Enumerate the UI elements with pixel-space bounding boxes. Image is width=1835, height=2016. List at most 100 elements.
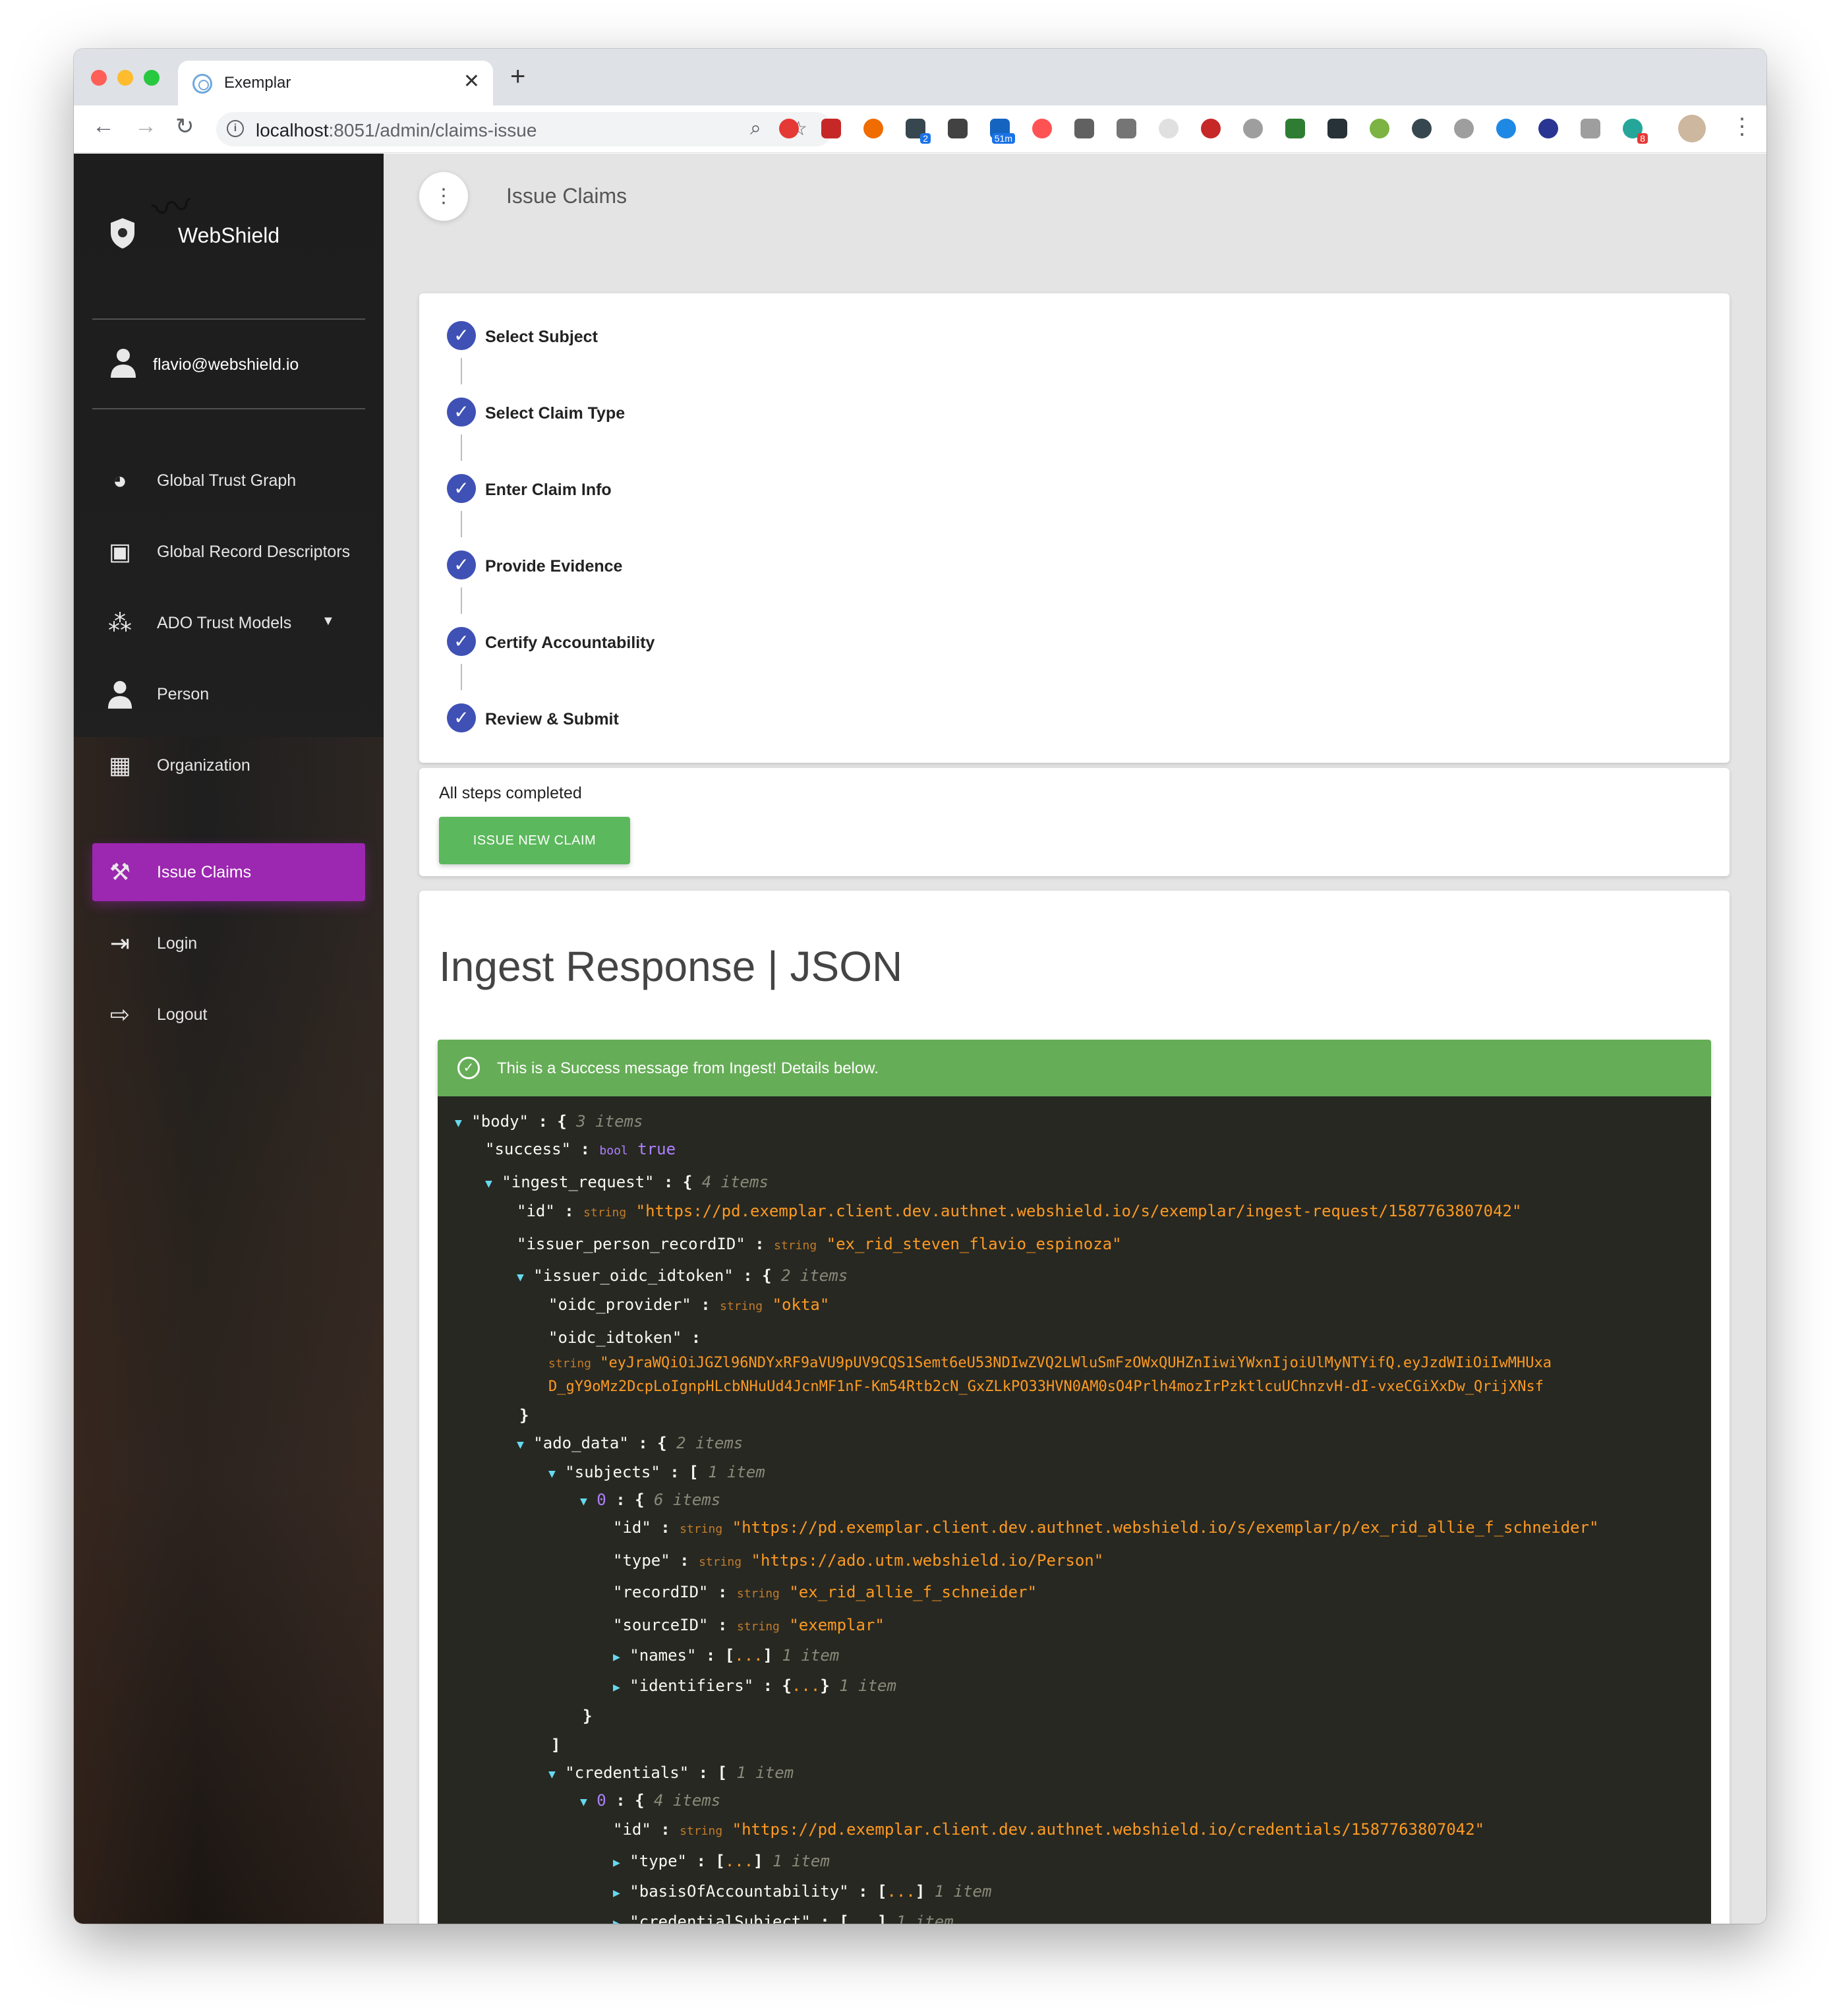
adblock-icon[interactable]	[1201, 119, 1221, 138]
json-line: D_gY9oMz2DcpLoIgnpHLcbNHuUd4JcnMF1nF-Km5…	[548, 1379, 1544, 1395]
json-line[interactable]: ▶ "type" : [...] 1 item	[613, 1852, 830, 1870]
step-label: Enter Claim Info	[485, 481, 612, 499]
globe-icon: ◕	[113, 467, 127, 494]
gavel-icon: ⚒	[109, 858, 131, 885]
extension-icon[interactable]	[779, 119, 799, 138]
extension-icon[interactable]: 51m	[990, 119, 1015, 144]
check-icon: ✓	[447, 321, 476, 350]
json-line[interactable]: ▼ 0 : { 4 items	[580, 1791, 720, 1810]
zoom-icon[interactable]: ⌕	[750, 117, 761, 140]
sidebar-item-global-trust-graph[interactable]: ◕ Global Trust Graph	[92, 452, 365, 510]
extension-icon[interactable]	[1581, 119, 1600, 138]
json-line[interactable]: ▶ "basisOfAccountability" : [...] 1 item	[613, 1882, 991, 1901]
json-line[interactable]: ▼ "issuer_oidc_idtoken" : { 2 items	[517, 1266, 848, 1285]
step-label: Select Subject	[485, 328, 598, 346]
extension-badge: 51m	[991, 133, 1015, 144]
extension-icon[interactable]	[1454, 119, 1474, 138]
expand-arrow-icon[interactable]: ▶	[613, 1680, 620, 1694]
json-line: "type" : string "https://ado.utm.webshie…	[613, 1551, 1104, 1570]
profile-avatar[interactable]	[1678, 115, 1706, 142]
forward-icon[interactable]: →	[134, 113, 157, 139]
json-line[interactable]: ▼ 0 : { 6 items	[580, 1491, 720, 1509]
network-icon: ⁂	[108, 609, 132, 636]
extension-icon[interactable]	[821, 119, 841, 138]
extension-icon[interactable]	[1117, 119, 1136, 138]
extension-icon[interactable]	[1538, 119, 1558, 138]
url-text[interactable]: localhost:8051/admin/claims-issue	[256, 120, 537, 141]
extension-icon[interactable]	[1412, 119, 1432, 138]
sidebar-item-organization[interactable]: ▦ Organization	[92, 736, 365, 794]
json-line[interactable]: ▼ "subjects" : [ 1 item	[548, 1463, 765, 1481]
sidebar-item-label: Global Trust Graph	[157, 471, 297, 490]
completed-text: All steps completed	[439, 784, 582, 802]
collapse-arrow-icon[interactable]: ▼	[517, 1438, 524, 1452]
check-circle-icon: ✓	[457, 1057, 480, 1079]
json-line: "sourceID" : string "exemplar"	[613, 1616, 885, 1634]
brand-name[interactable]: WebShield	[178, 223, 279, 248]
new-tab-button[interactable]: +	[510, 62, 525, 92]
extension-icon[interactable]	[1074, 119, 1094, 138]
collapse-arrow-icon[interactable]: ▼	[580, 1495, 587, 1508]
sidebar-item-login[interactable]: ⇥ Login	[92, 914, 365, 972]
expand-arrow-icon[interactable]: ▶	[613, 1856, 620, 1870]
extension-icon[interactable]	[948, 119, 968, 138]
issue-new-claim-button[interactable]: ISSUE NEW CLAIM	[439, 817, 630, 864]
json-line[interactable]: ▼ "ado_data" : { 2 items	[517, 1434, 743, 1452]
json-line: "id" : string "https://pd.exemplar.clien…	[613, 1518, 1599, 1537]
step-connector	[461, 587, 462, 614]
extension-icon[interactable]	[1327, 119, 1347, 138]
expand-arrow-icon[interactable]: ▶	[613, 1886, 620, 1900]
address-bar[interactable]: i localhost:8051/admin/claims-issue ⌕ ☆	[216, 112, 833, 146]
collapse-arrow-icon[interactable]: ▼	[580, 1795, 587, 1809]
extension-icon[interactable]	[1370, 119, 1389, 138]
browser-menu-icon[interactable]: ⋮	[1731, 113, 1753, 140]
sidebar-item-logout[interactable]: ⇨ Logout	[92, 986, 365, 1044]
extension-icon[interactable]	[1243, 119, 1263, 138]
collapse-arrow-icon[interactable]: ▼	[548, 1767, 556, 1781]
tab-bar: Exemplar ✕ +	[74, 49, 1766, 105]
user-icon	[111, 349, 136, 378]
close-icon[interactable]: ✕	[463, 70, 480, 93]
user-profile[interactable]: flavio@webshield.io	[92, 332, 365, 391]
expand-arrow-icon[interactable]: ▶	[613, 1916, 620, 1924]
collapse-arrow-icon[interactable]: ▼	[517, 1270, 524, 1284]
extension-icon[interactable]: 8	[1623, 119, 1648, 144]
sidebar-item-person[interactable]: Person	[92, 665, 365, 723]
json-line[interactable]: ▼ "body" : { 3 items	[455, 1112, 643, 1131]
sidebar-item-global-record-descriptors[interactable]: ▣ Global Record Descriptors	[92, 523, 365, 581]
sidebar: 〰 WebShield flavio@webshield.io ◕ Global…	[74, 154, 384, 1924]
browser-tab[interactable]: Exemplar ✕	[178, 61, 493, 105]
json-viewer[interactable]: ▼ "body" : { 3 items "success" : bool tr…	[438, 1096, 1711, 1924]
sidebar-item-issue-claims[interactable]: ⚒ Issue Claims	[92, 843, 365, 901]
step-label: Provide Evidence	[485, 557, 623, 576]
json-line[interactable]: ▼ "credentials" : [ 1 item	[548, 1764, 794, 1782]
page-title: Issue Claims	[506, 184, 627, 208]
json-line[interactable]: ▼ "ingest_request" : { 4 items	[485, 1173, 769, 1191]
extension-icon[interactable]	[1496, 119, 1516, 138]
extension-icon[interactable]	[1285, 119, 1305, 138]
json-line[interactable]: ▶ "credentialSubject" : [...] 1 item	[613, 1912, 954, 1924]
json-line[interactable]: ▶ "identifiers" : {...} 1 item	[613, 1676, 896, 1695]
extension-icon[interactable]	[1159, 119, 1179, 138]
json-line: "id" : string "https://pd.exemplar.clien…	[517, 1202, 1522, 1220]
back-icon[interactable]: ←	[92, 113, 115, 139]
more-options-button[interactable]: ⋮	[419, 172, 468, 221]
close-window-button[interactable]	[91, 70, 107, 86]
book-icon: ▣	[108, 538, 131, 565]
chevron-down-icon[interactable]: ▼	[322, 614, 335, 629]
expand-arrow-icon[interactable]: ▶	[613, 1650, 620, 1664]
minimize-window-button[interactable]	[117, 70, 133, 86]
extension-icon[interactable]	[1032, 119, 1052, 138]
extension-icon[interactable]	[863, 119, 883, 138]
extension-icon[interactable]: 2	[906, 119, 931, 144]
reload-icon[interactable]: ↻	[175, 113, 194, 140]
sidebar-item-label: Organization	[157, 756, 250, 775]
collapse-arrow-icon[interactable]: ▼	[485, 1177, 492, 1191]
json-line: "oidc_provider" : string "okta"	[548, 1295, 830, 1314]
sidebar-item-ado-trust-models[interactable]: ⁂ ADO Trust Models ▼	[92, 594, 365, 652]
collapse-arrow-icon[interactable]: ▼	[548, 1467, 556, 1481]
collapse-arrow-icon[interactable]: ▼	[455, 1116, 462, 1130]
maximize-window-button[interactable]	[144, 70, 160, 86]
info-icon[interactable]: i	[227, 120, 244, 137]
json-line[interactable]: ▶ "names" : [...] 1 item	[613, 1646, 839, 1665]
